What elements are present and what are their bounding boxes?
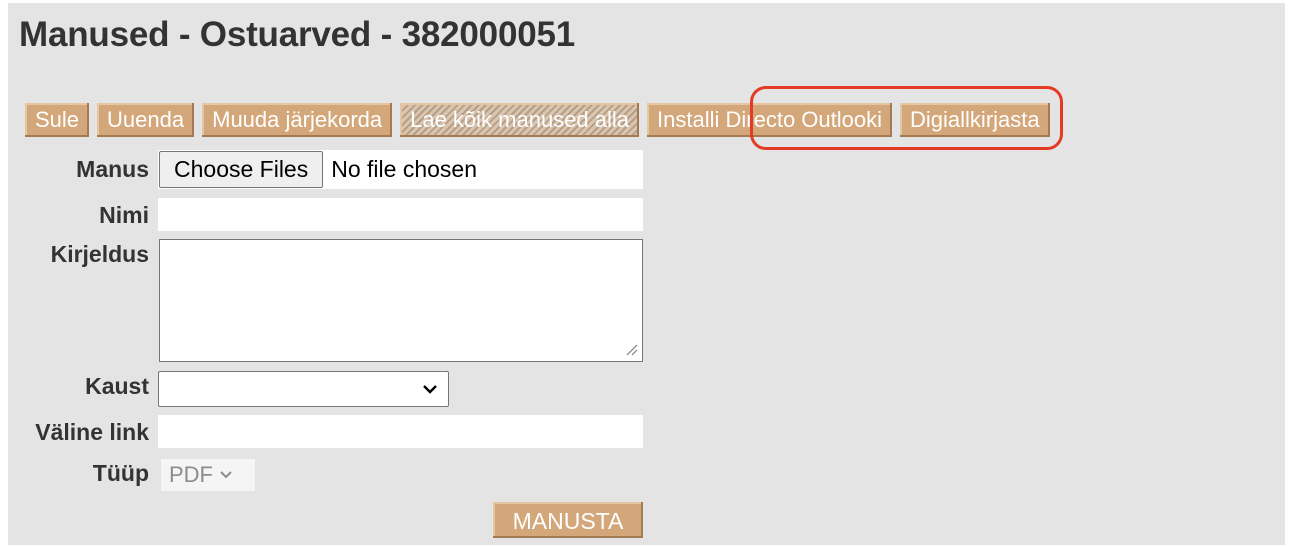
type-selected-value: PDF: [169, 462, 213, 487]
toolbar: Sule Uuenda Muuda järjekorda Lae kõik ma…: [25, 103, 1050, 137]
refresh-button[interactable]: Uuenda: [97, 103, 195, 137]
type-select[interactable]: PDF: [160, 458, 256, 492]
change-order-button[interactable]: Muuda järjekorda: [202, 103, 393, 137]
description-textarea[interactable]: [159, 239, 643, 362]
external-link-input[interactable]: [158, 415, 643, 448]
attach-submit-button[interactable]: MANUSTA: [493, 502, 643, 538]
name-input[interactable]: [158, 198, 643, 231]
type-label: Tüüp: [92, 460, 149, 486]
chevron-down-icon: [220, 471, 232, 479]
file-input[interactable]: Choose Files No file chosen: [158, 150, 643, 189]
close-button[interactable]: Sule: [25, 103, 90, 137]
chevron-down-icon: [423, 385, 437, 394]
install-directo-outlook-button[interactable]: Installi Directo Outlooki: [647, 103, 893, 137]
folder-label: Kaust: [85, 373, 149, 399]
file-status-text: No file chosen: [331, 156, 477, 182]
attachment-label: Manus: [76, 156, 149, 182]
resize-grip-icon[interactable]: [624, 342, 638, 356]
choose-files-button[interactable]: Choose Files: [159, 151, 324, 188]
name-label: Nimi: [99, 202, 149, 228]
folder-select[interactable]: [158, 371, 449, 407]
digital-sign-button[interactable]: Digiallkirjasta: [900, 103, 1050, 137]
page-title: Manused - Ostuarved - 382000051: [19, 15, 576, 54]
description-label: Kirjeldus: [50, 241, 149, 267]
external-link-label: Väline link: [35, 419, 149, 445]
download-all-attachments-button[interactable]: Lae kõik manused alla: [400, 103, 640, 137]
